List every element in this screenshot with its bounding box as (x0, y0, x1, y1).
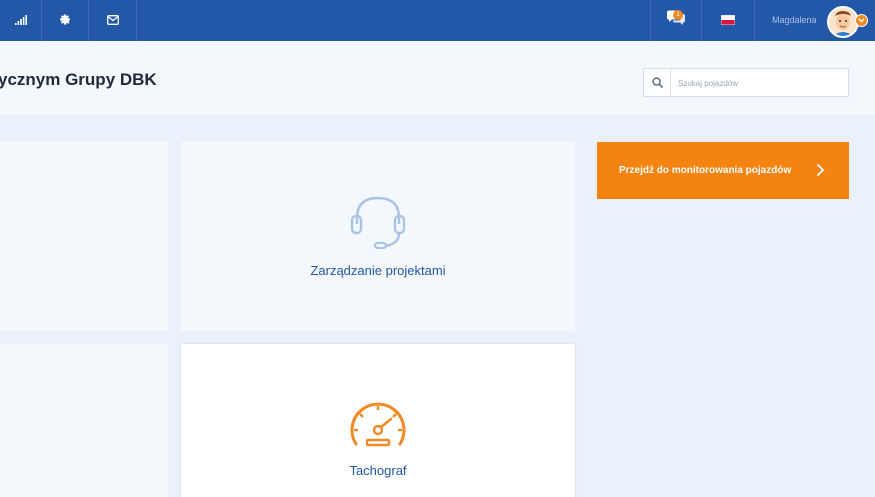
chat-button[interactable] (650, 0, 702, 41)
user-menu-chevron-down-icon[interactable] (855, 14, 868, 27)
vehicle-monitoring-button[interactable]: Przejdź do monitorowania pojazdów (597, 142, 849, 199)
signal-bars-icon (14, 12, 27, 30)
tachograph-label: Tachograf (349, 463, 407, 478)
left-card-bottom[interactable] (0, 344, 168, 497)
chat-notification-badge: 1 (673, 10, 683, 20)
headset-icon (347, 194, 409, 257)
speedometer-icon (347, 398, 409, 455)
settings-button[interactable] (42, 0, 89, 41)
signal-button[interactable] (0, 0, 42, 41)
top-navigation-bar: 1 Magdalena (0, 0, 875, 41)
page-title: ycznym Grupy DBK (0, 70, 157, 89)
search-box (643, 68, 849, 97)
tachograph-card[interactable]: Tachograf (181, 344, 575, 497)
chevron-right-icon (816, 163, 825, 182)
project-management-label: Zarządzanie projektami (310, 263, 446, 278)
user-name[interactable]: Magdalena (772, 15, 817, 25)
messages-button[interactable] (89, 0, 137, 41)
search-input[interactable] (678, 75, 838, 91)
vehicle-monitoring-label: Przejdź do monitorowania pojazdów (619, 165, 792, 176)
gear-icon (59, 12, 71, 30)
envelope-icon (106, 12, 119, 30)
search-icon[interactable] (644, 69, 671, 96)
language-button[interactable] (702, 0, 755, 41)
left-card-top[interactable] (0, 142, 168, 331)
poland-flag-icon (721, 12, 735, 30)
project-management-card[interactable]: Zarządzanie projektami (181, 142, 575, 331)
